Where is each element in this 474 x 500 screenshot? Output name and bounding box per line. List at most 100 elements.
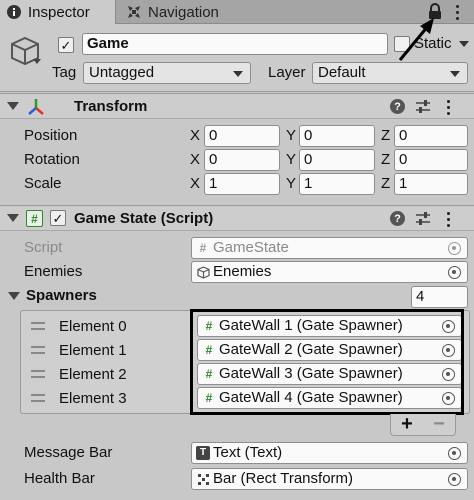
gameobject-active-checkbox[interactable]: ✓ (58, 37, 74, 53)
health-bar-label: Health Bar (24, 470, 95, 487)
tab-navigation-label: Navigation (148, 3, 219, 21)
axis-y-label: Y (286, 175, 297, 192)
chevron-down-icon (450, 71, 460, 77)
layer-dropdown[interactable]: Default (312, 62, 468, 84)
position-y-field[interactable]: 0 (299, 125, 375, 147)
drag-handle-icon[interactable] (31, 322, 45, 330)
axis-z-label: Z (381, 151, 391, 168)
text-component-icon: T (196, 446, 210, 460)
transform-header[interactable]: Transform ? (0, 93, 474, 119)
script-field-value: GameState (213, 239, 289, 256)
script-row: Script # GameState (0, 236, 474, 260)
position-z-field[interactable]: 0 (394, 125, 468, 147)
presets-icon[interactable] (416, 99, 430, 114)
enemies-field[interactable]: Enemies (191, 261, 468, 283)
axis-x-label: X (190, 151, 201, 168)
health-bar-row: Health Bar Bar (Rect Transform) (0, 467, 474, 491)
axis-y-label: Y (286, 151, 297, 168)
tab-bar: Inspector Navigation (0, 0, 474, 24)
scale-y-field[interactable]: 1 (299, 173, 375, 195)
layer-label: Layer (268, 64, 306, 81)
element-label: Element 3 (59, 390, 127, 407)
presets-icon[interactable] (416, 211, 430, 226)
gameobject-name-field[interactable]: Game (82, 33, 388, 55)
icon-dropdown-arrow[interactable] (33, 59, 41, 64)
layer-dropdown-value: Default (318, 64, 366, 81)
position-label: Position (24, 127, 78, 144)
rotation-y-field[interactable]: 0 (299, 149, 375, 171)
scale-x-field[interactable]: 1 (204, 173, 280, 195)
message-bar-row: Message Bar T Text (Text) (0, 441, 474, 465)
health-bar-value: Bar (Rect Transform) (213, 470, 354, 487)
enemies-label: Enemies (24, 263, 83, 280)
drag-handle-icon[interactable] (31, 346, 45, 354)
game-state-title: Game State (Script) (74, 210, 214, 227)
enemies-field-value: Enemies (213, 263, 272, 280)
tag-label: Tag (52, 64, 77, 81)
static-dropdown-arrow[interactable] (459, 41, 469, 47)
spawners-row[interactable]: Spawners 4 (0, 284, 474, 308)
drag-handle-icon[interactable] (31, 370, 45, 378)
message-bar-field[interactable]: T Text (Text) (191, 442, 468, 464)
game-state-header[interactable]: # ✓ Game State (Script) ? (0, 205, 474, 231)
component-enabled-checkbox[interactable]: ✓ (50, 210, 66, 226)
tab-navigation[interactable]: Navigation (120, 0, 270, 24)
component-menu-icon[interactable] (444, 210, 452, 228)
tab-menu-icon[interactable] (452, 3, 462, 21)
chevron-down-icon (233, 71, 243, 77)
object-picker-icon[interactable] (448, 473, 461, 486)
spawners-size-field[interactable]: 4 (411, 286, 468, 308)
transform-row-rotation: Rotation X 0 Y 0 Z 0 (0, 148, 474, 172)
hash-glyph: # (199, 241, 207, 255)
list-add-remove: + − (390, 413, 456, 436)
message-bar-value: Text (Text) (213, 444, 283, 461)
tab-inspector[interactable]: Inspector (0, 0, 116, 24)
gameobject-header: ✓ Game Static Tag Untagged Layer Default (0, 24, 474, 92)
axis-y-label: Y (286, 127, 297, 144)
help-icon[interactable]: ? (390, 99, 405, 114)
tag-dropdown[interactable]: Untagged (83, 62, 251, 84)
object-picker-icon (448, 242, 461, 255)
element-label: Element 0 (59, 318, 127, 335)
rotation-z-field[interactable]: 0 (394, 149, 468, 171)
axis-z-label: Z (381, 127, 391, 144)
static-label: Static (414, 35, 452, 52)
foldout-arrow-icon[interactable] (7, 102, 19, 110)
help-icon[interactable]: ? (390, 211, 405, 226)
position-x-field[interactable]: 0 (204, 125, 280, 147)
object-picker-icon[interactable] (448, 266, 461, 279)
list-remove-button[interactable]: − (423, 413, 455, 435)
axis-x-label: X (190, 127, 201, 144)
script-label: Script (24, 239, 63, 256)
foldout-arrow-icon[interactable] (7, 214, 19, 222)
tab-inspector-label: Inspector (28, 3, 90, 21)
rect-transform-icon (196, 472, 210, 486)
transform-row-scale: Scale X 1 Y 1 Z 1 (0, 172, 474, 196)
navigation-icon (126, 4, 142, 20)
scale-z-field[interactable]: 1 (394, 173, 468, 195)
list-add-button[interactable]: + (391, 413, 423, 435)
object-picker-icon[interactable] (448, 447, 461, 460)
transform-row-position: Position X 0 Y 0 Z 0 (0, 124, 474, 148)
axis-z-label: Z (381, 175, 391, 192)
drag-handle-icon[interactable] (31, 394, 45, 402)
spawners-label: Spawners (26, 287, 97, 304)
script-file-icon: # (196, 241, 210, 255)
info-icon (6, 4, 22, 20)
health-bar-field[interactable]: Bar (Rect Transform) (191, 468, 468, 490)
element-label: Element 1 (59, 342, 127, 359)
element-label: Element 2 (59, 366, 127, 383)
static-checkbox[interactable] (394, 36, 410, 52)
foldout-arrow-icon[interactable] (8, 292, 20, 300)
scale-label: Scale (24, 175, 62, 192)
rotation-label: Rotation (24, 151, 80, 168)
lock-icon[interactable] (428, 3, 444, 21)
transform-icon (26, 97, 46, 117)
message-bar-label: Message Bar (24, 444, 113, 461)
enemies-row: Enemies Enemies (0, 260, 474, 284)
component-menu-icon[interactable] (444, 98, 452, 116)
axis-x-label: X (190, 175, 201, 192)
gameobject-icon (196, 265, 210, 279)
script-field: # GameState (191, 237, 468, 259)
rotation-x-field[interactable]: 0 (204, 149, 280, 171)
